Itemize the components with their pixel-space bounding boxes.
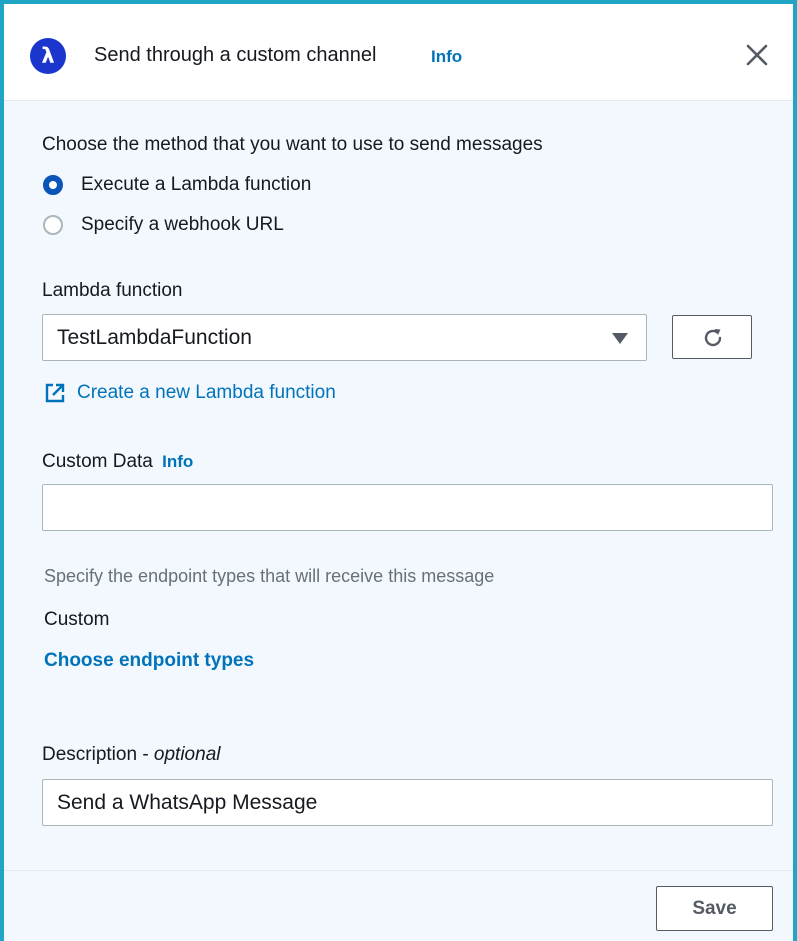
external-link-icon — [45, 383, 65, 403]
lambda-function-select[interactable]: TestLambdaFunction — [42, 314, 647, 361]
radio-webhook-label[interactable]: Specify a webhook URL — [81, 214, 284, 236]
create-lambda-link-text[interactable]: Create a new Lambda function — [77, 382, 336, 404]
optional-label: optional — [153, 744, 221, 765]
panel-header: λ Send through a custom channel Info — [4, 4, 793, 101]
close-button[interactable] — [741, 39, 773, 71]
lambda-function-label: Lambda function — [42, 280, 183, 301]
header-info-link[interactable]: Info — [431, 47, 462, 67]
custom-data-label-text: Custom Data — [42, 451, 153, 472]
choose-endpoint-types-link[interactable]: Choose endpoint types — [44, 650, 254, 672]
lambda-icon: λ — [30, 38, 66, 74]
refresh-icon — [704, 329, 722, 347]
endpoint-type-label: Custom — [44, 609, 110, 630]
caret-down-icon — [612, 333, 628, 344]
panel-title: Send through a custom channel — [94, 44, 377, 66]
refresh-button[interactable] — [672, 315, 752, 359]
description-label-text: Description - — [42, 744, 154, 765]
radio-lambda-label[interactable]: Execute a Lambda function — [81, 174, 311, 196]
radio-lambda[interactable] — [43, 175, 63, 195]
lambda-function-value: TestLambdaFunction — [57, 326, 252, 349]
custom-data-label: Custom Data Info — [42, 451, 193, 473]
custom-data-input[interactable] — [42, 484, 773, 531]
close-icon — [746, 44, 768, 66]
description-input[interactable]: Send a WhatsApp Message — [42, 779, 773, 826]
endpoint-hint: Specify the endpoint types that will rec… — [44, 566, 495, 586]
description-value: Send a WhatsApp Message — [57, 791, 318, 814]
save-button[interactable]: Save — [656, 886, 773, 931]
custom-data-info-link[interactable]: Info — [162, 452, 193, 471]
radio-webhook[interactable] — [43, 215, 63, 235]
description-label: Description - optional — [42, 744, 220, 766]
custom-channel-panel: λ Send through a custom channel Info Cho… — [0, 0, 797, 941]
method-label: Choose the method that you want to use t… — [42, 134, 543, 155]
